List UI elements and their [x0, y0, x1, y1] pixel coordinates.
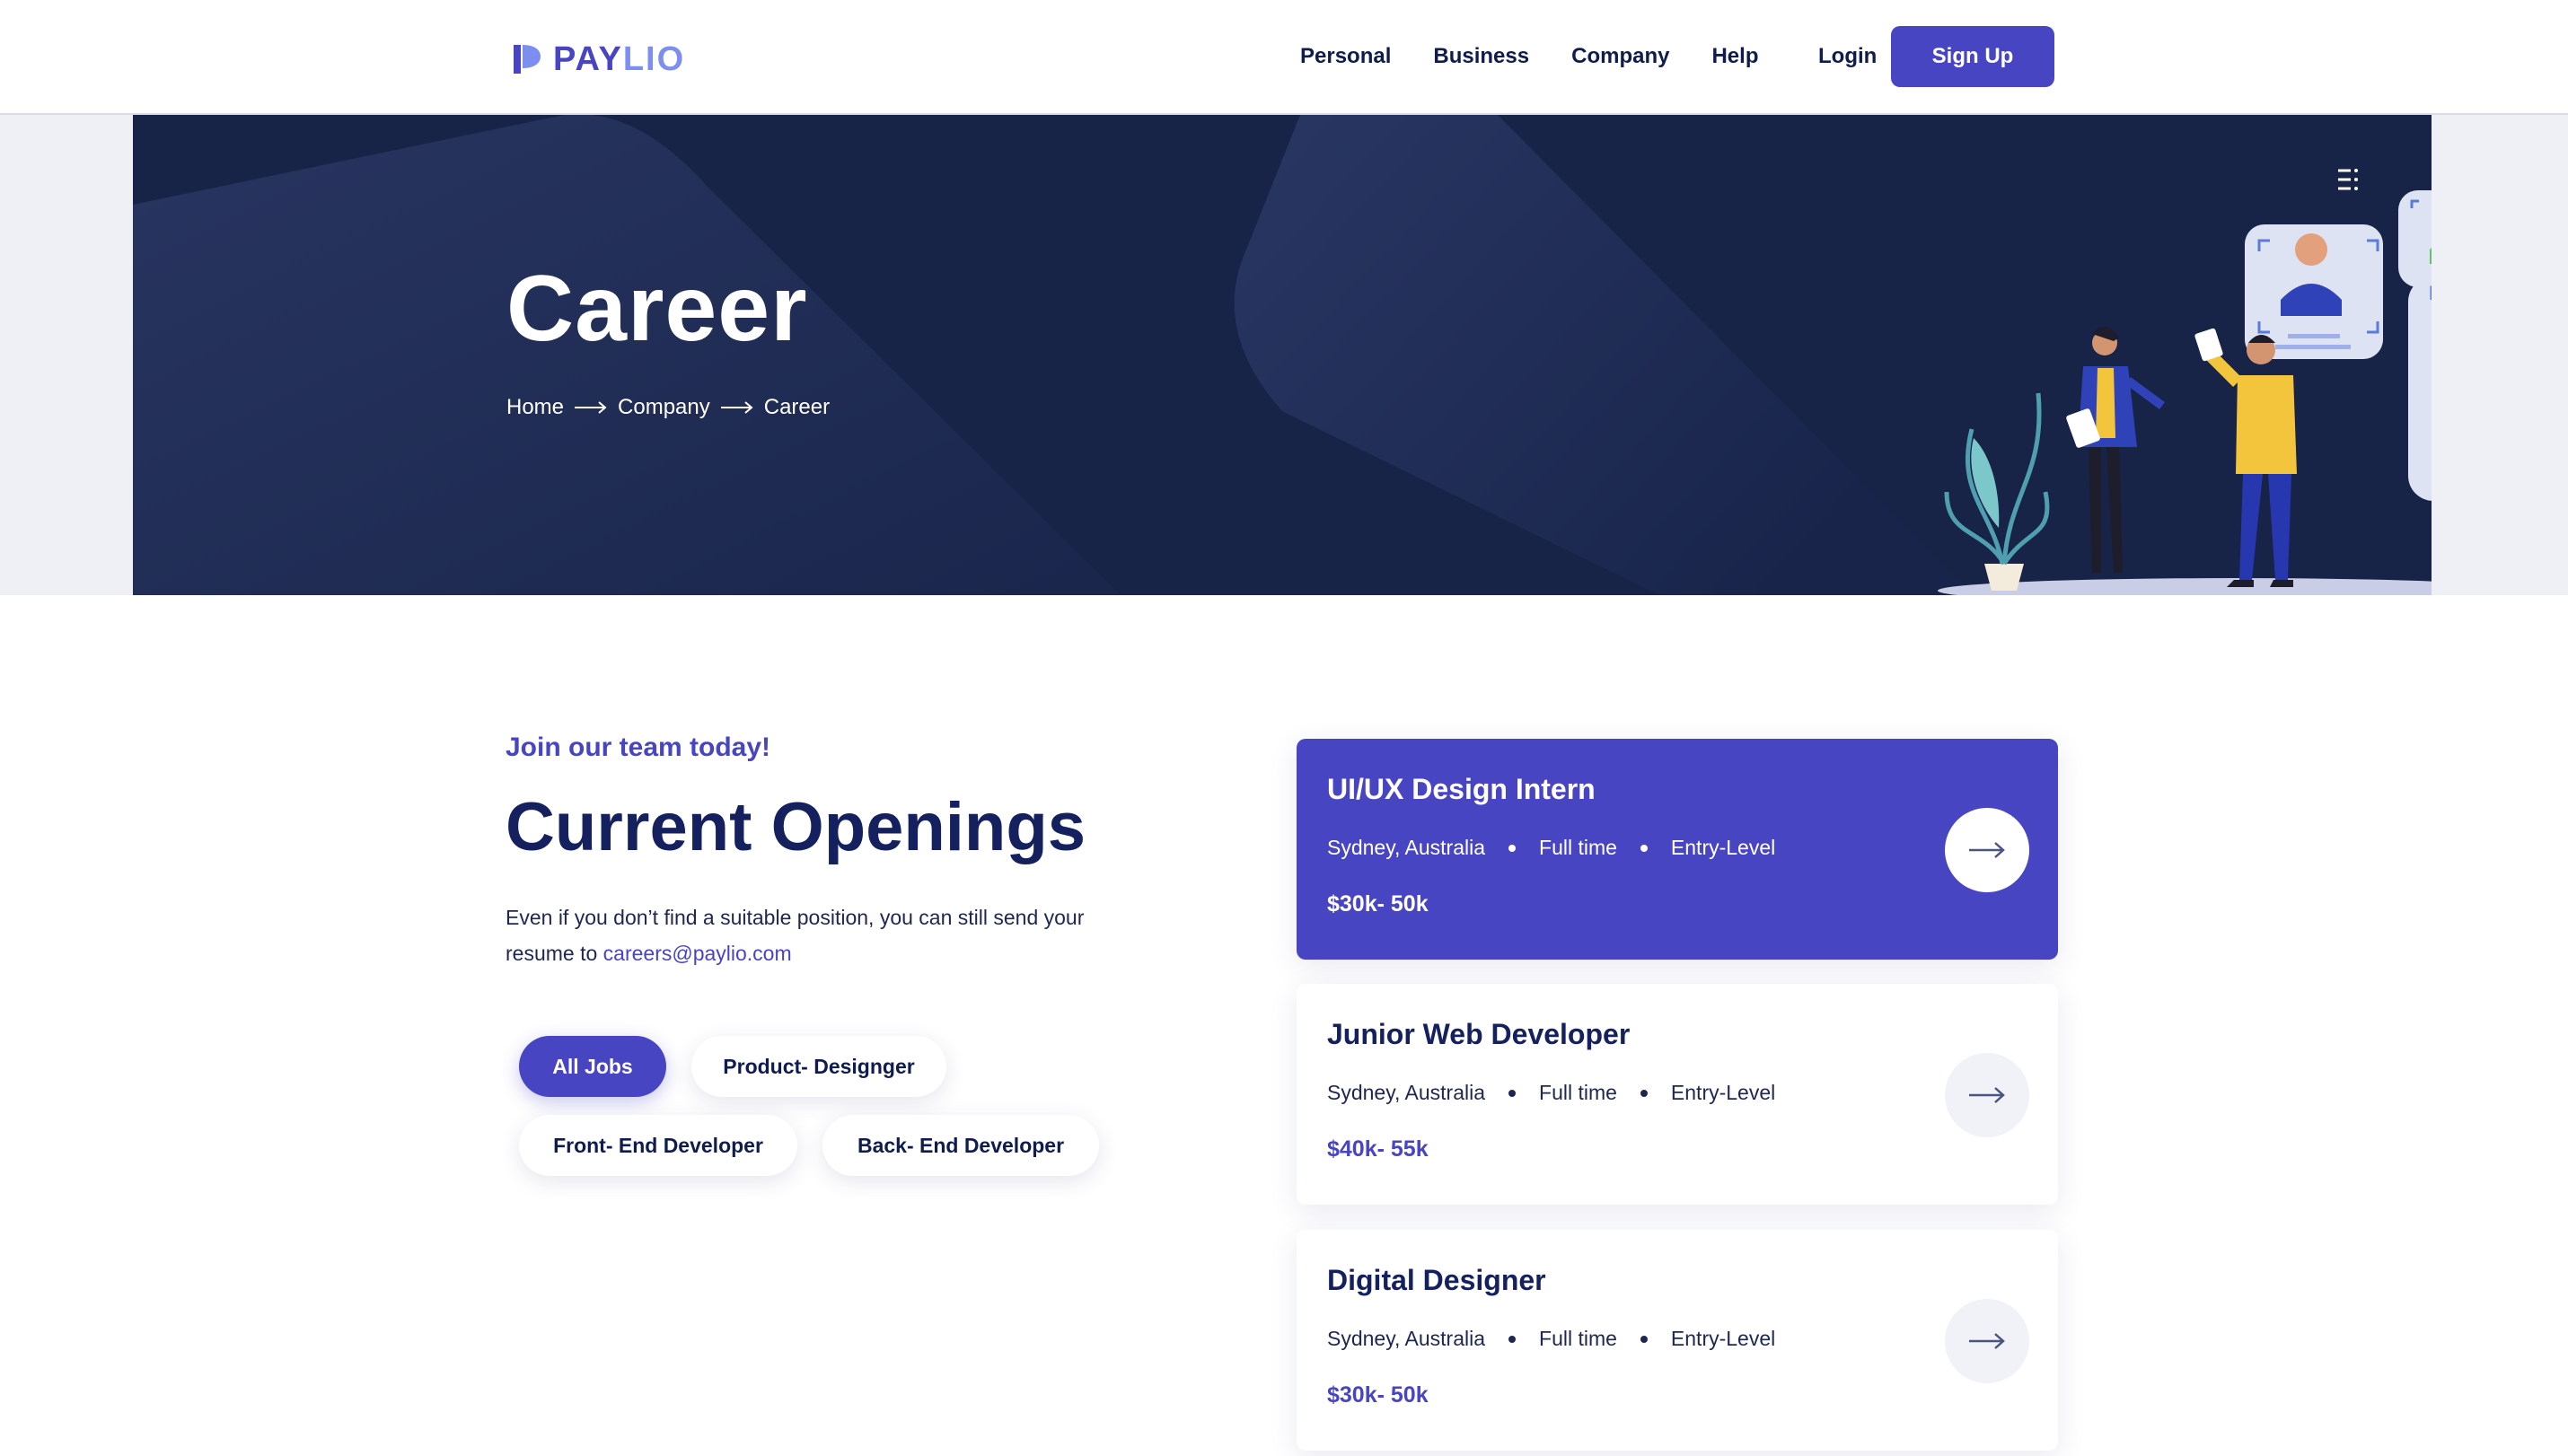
login-link[interactable]: Login	[1818, 41, 1877, 72]
separator-dot	[1508, 1089, 1517, 1097]
job-meta: Sydney, Australia Full time Entry-Level	[1327, 836, 1775, 860]
filter-all-jobs[interactable]: All Jobs	[519, 1036, 666, 1097]
separator-dot	[1640, 1335, 1648, 1343]
job-title: UI/UX Design Intern	[1327, 773, 1596, 805]
job-card[interactable]: UI/UX Design Intern Sydney, Australia Fu…	[1297, 739, 2058, 960]
job-title: Junior Web Developer	[1327, 1018, 1631, 1050]
arrow-right-icon	[720, 401, 753, 414]
separator-dot	[1508, 1335, 1517, 1343]
breadcrumb-home[interactable]: Home	[506, 395, 564, 420]
nav-personal[interactable]: Personal	[1300, 41, 1391, 72]
breadcrumb-current: Career	[763, 395, 831, 419]
filter-back-end-developer[interactable]: Back- End Developer	[822, 1115, 1099, 1176]
section-eyebrow: Join our team today!	[506, 732, 771, 762]
job-type: Full time	[1539, 1327, 1617, 1350]
job-salary: $30k- 50k	[1327, 1382, 1429, 1408]
site-header: PAYLIO Personal Business Company Help Lo…	[0, 0, 2568, 115]
job-location: Sydney, Australia	[1327, 1081, 1486, 1104]
separator-dot	[1508, 844, 1517, 852]
job-type: Full time	[1539, 1081, 1617, 1104]
hero-banner: Career Home Company Career	[133, 115, 2432, 595]
job-open-button[interactable]	[1945, 808, 2029, 892]
openings-intro: Even if you don’t find a suitable positi…	[506, 899, 1116, 971]
job-card[interactable]: Junior Web Developer Sydney, Australia F…	[1297, 984, 2058, 1205]
arrow-right-icon	[1969, 1333, 2005, 1349]
main-nav: Personal Business Company Help	[1300, 41, 1800, 72]
filter-front-end-developer[interactable]: Front- End Developer	[519, 1115, 797, 1176]
logo-text: PAYLIO	[553, 39, 686, 78]
arrow-right-icon	[575, 401, 607, 414]
job-salary: $30k- 50k	[1327, 891, 1429, 917]
separator-dot	[1640, 844, 1648, 852]
intro-text: Even if you don’t find a suitable positi…	[506, 906, 1085, 965]
job-level: Entry-Level	[1670, 836, 1776, 859]
job-open-button[interactable]	[1945, 1299, 2029, 1383]
logo-mark-icon	[514, 45, 541, 74]
job-level: Entry-Level	[1670, 1327, 1776, 1350]
job-title: Digital Designer	[1327, 1264, 1546, 1296]
nav-company[interactable]: Company	[1571, 41, 1669, 72]
nav-business[interactable]: Business	[1433, 41, 1529, 72]
team-illustration	[1938, 169, 2432, 595]
job-salary: $40k- 55k	[1327, 1136, 1429, 1162]
job-type: Full time	[1539, 836, 1617, 859]
paylio-logo[interactable]: PAYLIO	[508, 39, 685, 79]
job-location: Sydney, Australia	[1327, 1327, 1486, 1350]
job-card[interactable]: Digital Designer Sydney, Australia Full …	[1297, 1230, 2058, 1451]
job-meta: Sydney, Australia Full time Entry-Level	[1327, 1081, 1775, 1105]
filter-product-designer[interactable]: Product- Designger	[691, 1036, 946, 1097]
breadcrumb-company[interactable]: Company	[618, 395, 710, 420]
careers-email-link[interactable]: careers@paylio.com	[603, 942, 792, 965]
job-open-button[interactable]	[1945, 1053, 2029, 1137]
separator-dot	[1640, 1089, 1648, 1097]
arrow-right-icon	[1969, 842, 2005, 858]
section-title: Current Openings	[506, 789, 1086, 865]
job-location: Sydney, Australia	[1327, 836, 1486, 859]
arrow-right-icon	[1969, 1087, 2005, 1103]
job-level: Entry-Level	[1670, 1081, 1776, 1104]
job-meta: Sydney, Australia Full time Entry-Level	[1327, 1327, 1775, 1351]
breadcrumb: Home Company Career	[506, 395, 830, 420]
nav-help[interactable]: Help	[1711, 41, 1758, 72]
page-title: Career	[506, 257, 808, 361]
signup-button[interactable]: Sign Up	[1891, 26, 2054, 87]
